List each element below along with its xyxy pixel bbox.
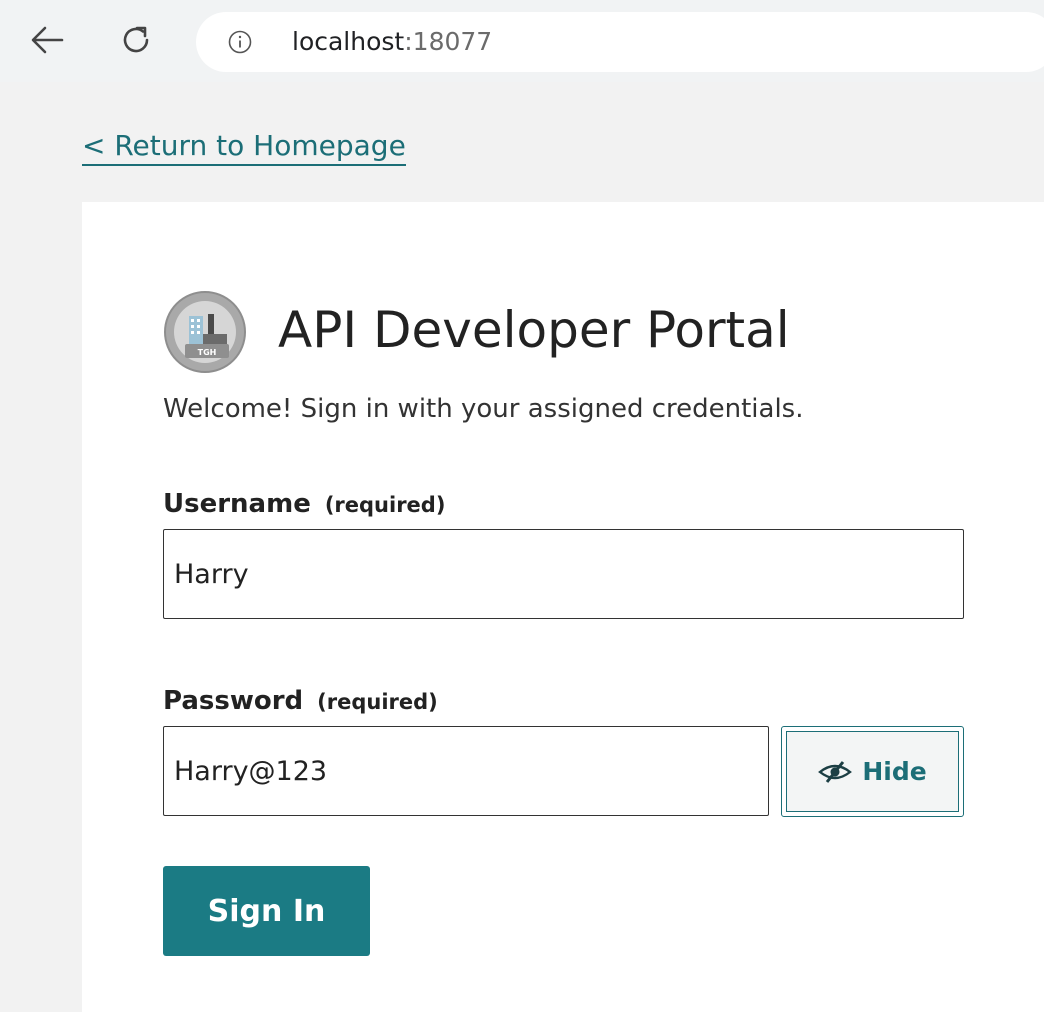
sign-in-card: TGH API Developer Portal Welcome! Sign i… <box>82 202 1044 1012</box>
password-input[interactable] <box>163 726 769 816</box>
username-label-text: Username <box>163 489 311 519</box>
url-port: :18077 <box>404 27 493 56</box>
username-input[interactable] <box>163 529 964 619</box>
page-background: < Return to Homepage TGH API Developer P… <box>0 82 1044 1012</box>
username-label: Username (required) <box>163 488 445 521</box>
page-title: API Developer Portal <box>278 301 790 359</box>
password-label-text: Password <box>163 686 304 716</box>
back-button[interactable] <box>25 18 69 62</box>
hide-label: Hide <box>862 757 927 786</box>
welcome-message: Welcome! Sign in with your assigned cred… <box>163 394 804 424</box>
password-label: Password (required) <box>163 685 438 718</box>
logo-text: TGH <box>198 348 217 357</box>
reload-button[interactable] <box>114 18 158 62</box>
return-to-homepage-link[interactable]: < Return to Homepage <box>82 129 406 166</box>
browser-toolbar: localhost:18077 <box>0 0 1044 82</box>
hide-password-button-inner: Hide <box>786 731 959 812</box>
url-text[interactable]: localhost:18077 <box>292 26 492 58</box>
username-required-hint: (required) <box>324 493 446 517</box>
back-arrow-icon <box>31 26 64 54</box>
info-icon[interactable] <box>228 30 252 54</box>
hide-password-button[interactable]: Hide <box>781 726 964 817</box>
address-bar[interactable]: localhost:18077 <box>196 12 1044 72</box>
portal-logo: TGH <box>164 291 246 373</box>
url-host: localhost <box>292 27 405 56</box>
password-required-hint: (required) <box>317 690 438 714</box>
reload-icon <box>123 26 149 53</box>
eye-slash-icon <box>818 760 853 783</box>
sign-in-button[interactable]: Sign In <box>163 866 370 956</box>
